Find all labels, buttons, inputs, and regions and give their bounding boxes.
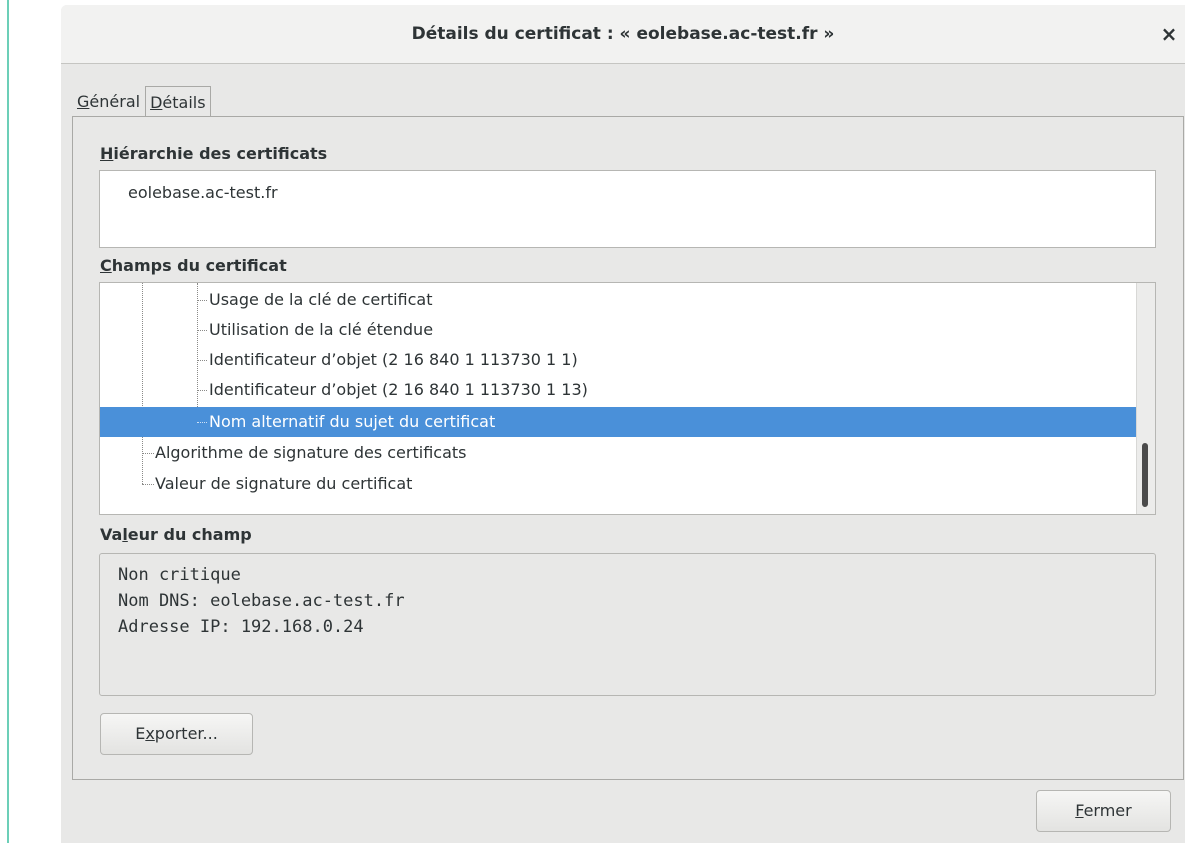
tree-row[interactable]: Algorithme de signature des certificats	[100, 438, 1136, 468]
titlebar: Détails du certificat : « eolebase.ac-te…	[61, 5, 1185, 64]
tab-bar: Général Détails	[72, 82, 211, 117]
fields-label-mnemonic: C	[100, 256, 112, 275]
tree-row[interactable]: Usage de la clé de certificat	[100, 285, 1136, 315]
tree-row-label: Nom alternatif du sujet du certificat	[209, 412, 496, 431]
field-value-line: Nom DNS: eolebase.ac-test.fr	[118, 591, 405, 611]
tab-general[interactable]: Général	[72, 85, 145, 116]
export-button-prefix: E	[135, 724, 146, 743]
field-value-textarea[interactable]: Non critique Nom DNS: eolebase.ac-test.f…	[99, 553, 1156, 696]
value-label: Valeur du champ	[100, 525, 252, 544]
tab-general-mnemonic: G	[77, 92, 90, 111]
tab-general-label: énéral	[89, 92, 141, 111]
tree-row-label: Valeur de signature du certificat	[155, 474, 413, 493]
field-value-line: Non critique	[118, 565, 241, 585]
scrollbar-thumb[interactable]	[1142, 443, 1148, 507]
fields-label-text: hamps du certificat	[111, 256, 287, 275]
export-button-label: porter...	[154, 724, 218, 743]
tree-row[interactable]: Identificateur d’objet (2 16 840 1 11373…	[100, 375, 1136, 405]
close-button[interactable]: Fermer	[1036, 790, 1171, 832]
hierarchy-label: Hiérarchie des certificats	[100, 144, 327, 163]
tree-row-label: Usage de la clé de certificat	[209, 290, 433, 309]
certificate-details-dialog: Détails du certificat : « eolebase.ac-te…	[61, 5, 1185, 843]
tree-row[interactable]: Valeur de signature du certificat	[100, 469, 1136, 499]
tab-details-label: étails	[162, 93, 206, 112]
export-button-mnemonic: x	[145, 724, 155, 743]
hierarchy-tree[interactable]: eolebase.ac-test.fr	[99, 170, 1156, 248]
tree-row-label: Algorithme de signature des certificats	[155, 443, 467, 462]
dialog-title: Détails du certificat : « eolebase.ac-te…	[411, 24, 835, 44]
close-button-label: ermer	[1083, 801, 1132, 820]
tree-row-label: Identificateur d’objet (2 16 840 1 11373…	[209, 350, 578, 369]
fields-tree[interactable]: Usage de la clé de certificat Utilisatio…	[99, 282, 1156, 515]
tab-details-mnemonic: D	[150, 93, 163, 112]
tab-details[interactable]: Détails	[145, 86, 211, 117]
tree-row-label: Identificateur d’objet (2 16 840 1 11373…	[209, 380, 588, 399]
tree-row-selected[interactable]: Nom alternatif du sujet du certificat	[100, 407, 1136, 437]
close-button-mnemonic: F	[1075, 801, 1084, 820]
hierarchy-item[interactable]: eolebase.ac-test.fr	[128, 183, 278, 202]
tree-row[interactable]: Identificateur d’objet (2 16 840 1 11373…	[100, 345, 1136, 375]
fields-label: Champs du certificat	[100, 256, 287, 275]
export-button[interactable]: Exporter...	[100, 713, 253, 755]
vertical-scrollbar[interactable]	[1136, 283, 1155, 514]
tree-row-label: Utilisation de la clé étendue	[209, 320, 434, 339]
left-accent-line	[7, 0, 9, 843]
value-label-text: eur du champ	[127, 525, 252, 544]
hierarchy-label-text: iérarchie des certificats	[113, 144, 328, 163]
close-icon[interactable]: ×	[1159, 23, 1179, 45]
value-label-prefix: Va	[100, 525, 123, 544]
field-value-line: Adresse IP: 192.168.0.24	[118, 617, 364, 637]
tree-row[interactable]: Utilisation de la clé étendue	[100, 315, 1136, 345]
hierarchy-label-mnemonic: H	[100, 144, 114, 163]
